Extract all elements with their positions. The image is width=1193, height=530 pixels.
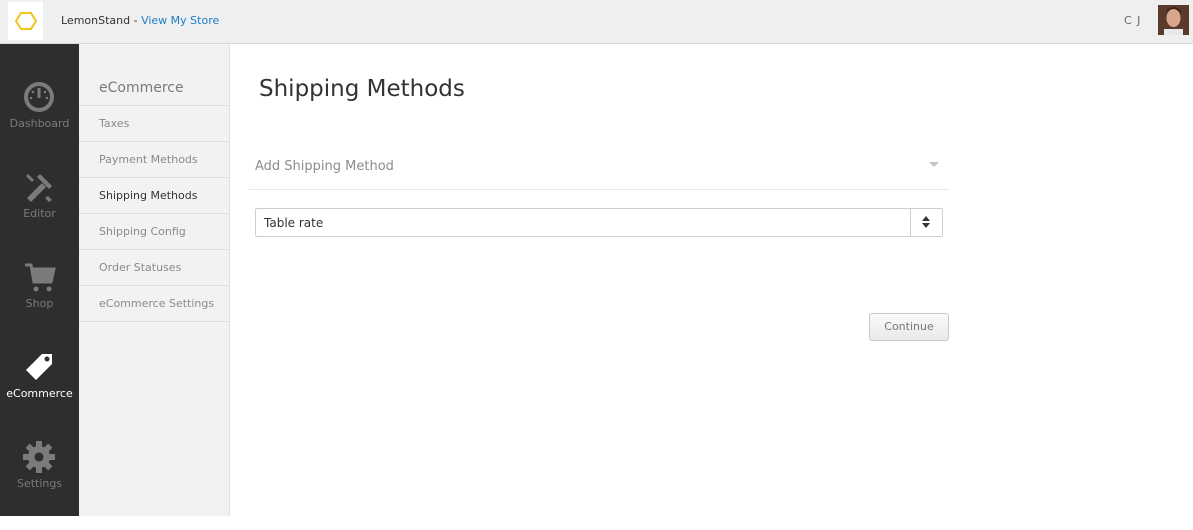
page-title: Shipping Methods (259, 76, 465, 102)
nav-label-shop: Shop (25, 297, 54, 310)
lemonstand-logo[interactable] (8, 2, 43, 40)
section-sidebar: eCommerce Taxes Payment Methods Shipping… (79, 44, 230, 516)
user-initials[interactable]: C J (1124, 14, 1141, 27)
nav-label-ecommerce: eCommerce (6, 387, 73, 400)
tools-icon (22, 170, 56, 204)
sidebar-item-shipping-methods[interactable]: Shipping Methods (79, 178, 230, 214)
view-store-link[interactable]: View My Store (141, 14, 219, 27)
sidebar-item-shipping-config[interactable]: Shipping Config (79, 214, 230, 250)
shipping-type-select[interactable]: Table rate (255, 208, 943, 237)
nav-item-dashboard[interactable]: Dashboard (0, 80, 79, 170)
gear-icon (22, 440, 56, 474)
avatar[interactable] (1158, 5, 1189, 35)
add-shipping-method-label: Add Shipping Method (255, 159, 394, 174)
nav-item-ecommerce[interactable]: eCommerce (0, 350, 79, 440)
add-shipping-method-toggle[interactable]: Add Shipping Method (249, 150, 949, 190)
nav-label-dashboard: Dashboard (9, 117, 70, 130)
section-title: eCommerce (99, 80, 184, 96)
nav-item-shop[interactable]: Shop (0, 260, 79, 350)
store-line: LemonStand - View My Store (61, 14, 219, 27)
sidebar-item-taxes[interactable]: Taxes (79, 106, 230, 142)
tag-icon (22, 350, 56, 384)
select-arrows-icon (910, 209, 942, 236)
nav-label-editor: Editor (23, 207, 56, 220)
nav-label-settings: Settings (16, 477, 63, 490)
nav-item-editor[interactable]: Editor (0, 170, 79, 260)
main-nav: Dashboard Editor Shop eCommerce Settings (0, 44, 79, 516)
sidebar-item-ecommerce-settings[interactable]: eCommerce Settings (79, 286, 230, 322)
cart-icon (22, 260, 56, 294)
user-avatar-icon (1158, 5, 1189, 35)
nav-item-settings[interactable]: Settings (0, 440, 79, 530)
top-bar: LemonStand - View My Store C J (0, 0, 1193, 44)
continue-button[interactable]: Continue (869, 313, 949, 341)
chevron-down-icon (929, 162, 939, 167)
sidebar-item-order-statuses[interactable]: Order Statuses (79, 250, 230, 286)
lemon-logo-icon (14, 12, 37, 30)
sidebar-item-payment-methods[interactable]: Payment Methods (79, 142, 230, 178)
store-name: LemonStand - (61, 14, 142, 27)
gauge-icon (22, 80, 56, 114)
shipping-type-value: Table rate (264, 216, 324, 230)
